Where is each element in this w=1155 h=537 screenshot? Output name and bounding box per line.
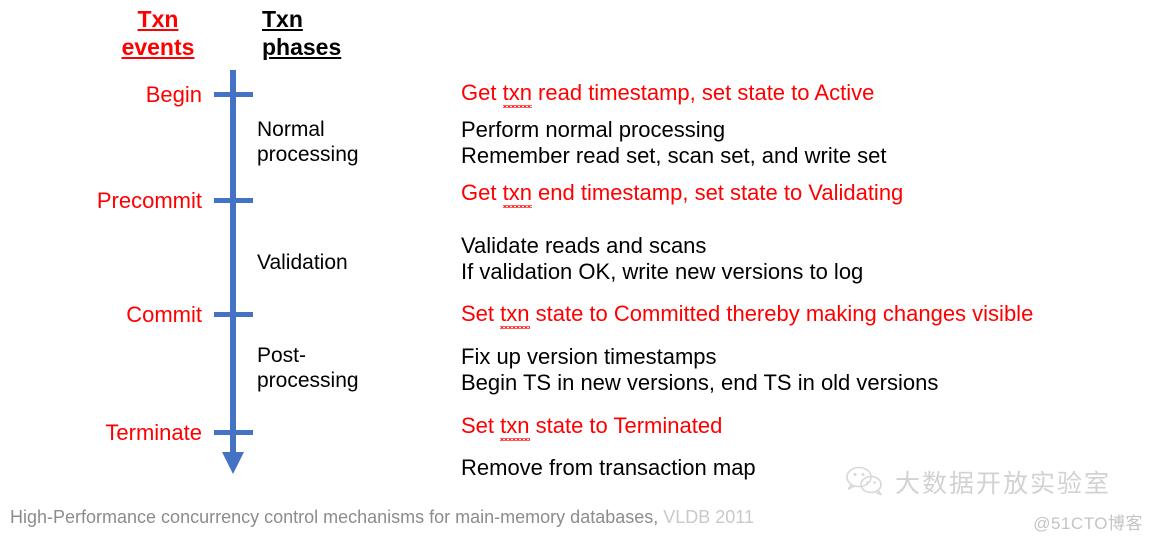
citation-venue: VLDB 2011 <box>663 507 754 527</box>
description-line: Perform normal processing <box>461 117 726 142</box>
description-line: Set txn state to Terminated <box>461 413 723 441</box>
phase-label-post-processing-line1: Post- <box>257 344 307 367</box>
watermark-site: @51CTO博客 <box>1033 514 1143 533</box>
watermark-brand-text: 大数据开放实验室 <box>895 469 1112 498</box>
description-line: Get txn read timestamp, set state to Act… <box>461 80 875 108</box>
timeline-axis <box>230 70 236 458</box>
description-line: Get txn end timestamp, set state to Vali… <box>461 180 904 208</box>
timeline-tick-terminate <box>214 430 253 435</box>
timeline-arrowhead-icon <box>222 452 244 474</box>
phase-label-normal-processing: Normal processing <box>257 117 407 167</box>
phase-label-normal-processing-line2: processing <box>257 143 359 166</box>
description-line: Remember read set, scan set, and write s… <box>461 143 887 168</box>
watermark-brand: 大数据开放实验室 <box>845 465 1111 502</box>
description-post-phase: Fix up version timestamps Begin TS in new… <box>461 344 1151 396</box>
phase-label-normal-processing-line1: Normal <box>257 118 325 141</box>
misspelled-word: txn <box>500 301 530 329</box>
event-label-begin: Begin <box>145 82 202 107</box>
description-line: Validate reads and scans <box>461 233 707 258</box>
description-line: Fix up version timestamps <box>461 344 717 369</box>
phase-label-post-processing-line2: processing <box>257 369 359 392</box>
wechat-icon <box>845 465 885 502</box>
citation: High-Performance concurrency control mec… <box>10 506 754 528</box>
column-header-txn-events: Txn events <box>108 5 208 61</box>
timeline-tick-begin <box>214 92 253 97</box>
description-precommit: Get txn end timestamp, set state to Vali… <box>461 180 1151 208</box>
description-line: Begin TS in new versions, end TS in old … <box>461 370 939 395</box>
misspelled-word: txn <box>500 413 530 441</box>
column-header-txn-phases-line1: Txn <box>262 6 303 32</box>
description-line: Set txn state to Committed thereby makin… <box>461 301 1034 329</box>
description-validation: Validate reads and scans If validation OK… <box>461 233 1151 285</box>
description-normal-phase: Perform normal processing Remember read s… <box>461 117 1151 169</box>
timeline-tick-precommit <box>214 198 253 203</box>
phase-label-validation-line1: Validation <box>257 251 348 274</box>
misspelled-word: txn <box>502 180 533 208</box>
slide-canvas: Txn events Txn phases Begin Precommit Co… <box>0 0 1155 537</box>
phase-label-post-processing: Post- processing <box>257 343 407 393</box>
description-line: If validation OK, write new versions to … <box>461 259 864 284</box>
event-label-commit: Commit <box>126 302 202 327</box>
description-terminate: Set txn state to Terminated <box>461 413 1151 441</box>
column-header-txn-events-line2: events <box>121 34 195 60</box>
column-header-txn-phases: Txn phases <box>262 5 352 61</box>
column-header-txn-phases-line2: phases <box>262 34 342 60</box>
description-begin: Get txn read timestamp, set state to Act… <box>461 80 1151 108</box>
timeline-tick-commit <box>214 312 253 317</box>
event-label-precommit: Precommit <box>96 188 202 213</box>
event-label-terminate: Terminate <box>105 420 202 445</box>
phase-label-validation: Validation <box>257 250 407 275</box>
column-header-txn-events-line1: Txn <box>137 6 179 32</box>
citation-title: High-Performance concurrency control mec… <box>10 507 659 527</box>
description-commit: Set txn state to Committed thereby makin… <box>461 301 1151 329</box>
misspelled-word: txn <box>502 80 533 108</box>
